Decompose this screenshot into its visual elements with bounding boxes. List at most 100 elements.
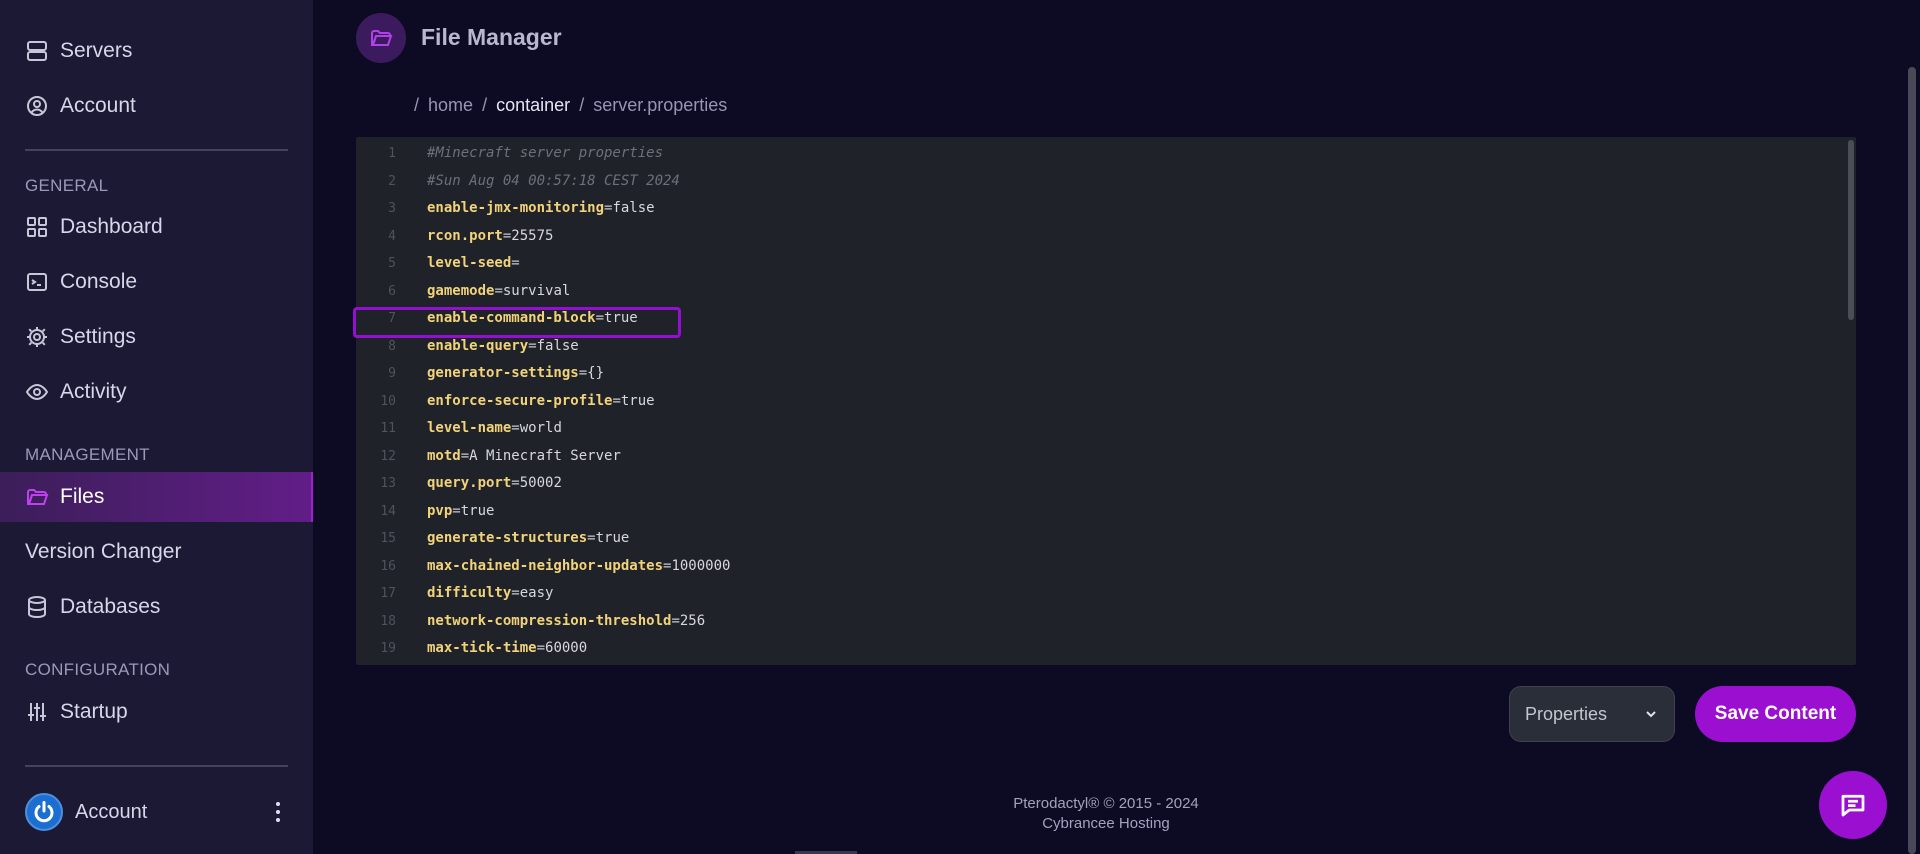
section-label-configuration: CONFIGURATION: [25, 660, 171, 679]
code-text: difficulty=easy: [427, 580, 553, 607]
sidebar-item-label: Version Changer: [25, 540, 182, 563]
editor-scrollbar-thumb[interactable]: [1848, 140, 1854, 320]
sliders-icon: [25, 700, 49, 724]
property-key: motd: [427, 447, 461, 464]
page-scrollbar-thumb[interactable]: [1908, 67, 1916, 854]
highlighted-line-box: [353, 307, 681, 338]
sidebar-item-activity[interactable]: Activity: [0, 367, 313, 417]
code-editor[interactable]: 1 #Minecraft server properties 2 #Sun Aug 0…: [356, 137, 1856, 665]
code-line[interactable]: 17 difficulty=easy: [356, 580, 1836, 607]
code-line[interactable]: 16 max-chained-neighbor-updates=1000000: [356, 553, 1836, 580]
equals-sign: =: [494, 282, 503, 299]
folder-open-icon: [25, 485, 49, 509]
property-value: {}: [587, 365, 605, 381]
sidebar-item-console[interactable]: Console: [0, 257, 313, 307]
save-content-button[interactable]: Save Content: [1695, 686, 1856, 742]
line-number: 14: [380, 503, 396, 519]
account-name: Account: [75, 800, 148, 823]
sidebar-item-startup[interactable]: Startup: [0, 687, 313, 737]
breadcrumb-file: server.properties: [593, 95, 728, 115]
code-line[interactable]: 5 level-seed=: [356, 250, 1836, 277]
breadcrumb-separator: /: [482, 95, 488, 115]
sidebar-item-version-changer[interactable]: Version Changer: [0, 527, 313, 577]
property-key: enable-jmx-monitoring: [427, 200, 605, 216]
sidebar-divider: [25, 149, 288, 151]
code-text: motd=A Minecraft Server: [427, 443, 621, 470]
editor-scrollbar[interactable]: [1846, 137, 1856, 665]
code-text: max-tick-time=60000: [427, 635, 587, 662]
equals-sign: =: [511, 420, 520, 436]
code-line[interactable]: 11 level-name=world: [356, 415, 1836, 442]
sidebar-item-label: Servers: [60, 39, 133, 62]
sidebar: Servers Account GENERAL Dashboard Consol…: [0, 0, 313, 854]
property-key: max-chained-neighbor-updates: [427, 557, 664, 574]
chat-icon: [1841, 794, 1865, 817]
property-key: enable-query: [427, 337, 529, 354]
code-text: max-chained-neighbor-updates=1000000: [427, 553, 730, 580]
footer-host: Cybrancee Hosting: [1042, 815, 1170, 832]
sidebar-item-files[interactable]: Files: [0, 472, 313, 522]
sidebar-item-label: Console: [60, 270, 138, 293]
code-text: #Sun Aug 04 00:57:18 CEST 2024: [427, 168, 680, 195]
section-label-general: GENERAL: [25, 176, 109, 195]
property-key: level-name: [427, 420, 512, 436]
avatar[interactable]: [25, 793, 63, 831]
sidebar-item-servers[interactable]: Servers: [0, 26, 313, 76]
code-line[interactable]: 15 generate-structures=true: [356, 525, 1836, 552]
account-menu[interactable]: Account: [25, 791, 288, 833]
code-line[interactable]: 14 pvp=true: [356, 498, 1836, 525]
chat-button[interactable]: [1819, 771, 1887, 839]
property-value: A Minecraft Server: [469, 447, 621, 464]
language-select[interactable]: Properties: [1509, 686, 1675, 742]
equals-sign: =: [587, 530, 596, 546]
more-options-icon[interactable]: [268, 802, 288, 822]
line-number: 13: [380, 476, 396, 491]
sidebar-item-account[interactable]: Account: [0, 81, 313, 131]
breadcrumb-container[interactable]: container: [496, 95, 570, 115]
equals-sign: =: [671, 612, 680, 629]
gear-icon: [25, 325, 49, 349]
property-key: network-compression-threshold: [427, 612, 672, 629]
sidebar-item-label: Settings: [60, 325, 136, 348]
code-line[interactable]: 13 query.port=50002: [356, 470, 1836, 497]
breadcrumb-home[interactable]: home: [428, 95, 473, 115]
line-number: 11: [380, 421, 396, 436]
code-line[interactable]: 4 rcon.port=25575: [356, 223, 1836, 250]
code-text: level-name=world: [427, 415, 562, 442]
code-text: query.port=50002: [427, 470, 562, 497]
code-line[interactable]: 2 #Sun Aug 04 00:57:18 CEST 2024: [356, 168, 1836, 195]
property-value: world: [519, 420, 562, 436]
code-line[interactable]: 12 motd=A Minecraft Server: [356, 443, 1836, 470]
user-circle-icon: [25, 94, 49, 118]
sidebar-item-label: Activity: [60, 380, 127, 403]
line-number: 12: [380, 448, 396, 464]
section-label-management: MANAGEMENT: [25, 445, 150, 464]
code-line[interactable]: 1 #Minecraft server properties: [356, 140, 1836, 167]
code-line[interactable]: 3 enable-jmx-monitoring=false: [356, 195, 1836, 222]
line-number: 10: [380, 393, 396, 409]
equals-sign: =: [536, 640, 546, 656]
line-number: 5: [388, 256, 396, 271]
property-value: true: [620, 392, 655, 409]
code-line[interactable]: 9 generator-settings={}: [356, 360, 1836, 387]
sidebar-item-databases[interactable]: Databases: [0, 582, 313, 632]
language-select-value: Properties: [1525, 703, 1608, 724]
sidebar-item-settings[interactable]: Settings: [0, 312, 313, 362]
equals-sign: =: [578, 365, 588, 381]
code-line[interactable]: 19 max-tick-time=60000: [356, 635, 1836, 662]
server-icon: [25, 39, 49, 63]
code-line[interactable]: 6 gamemode=survival: [356, 278, 1836, 305]
property-value: 25575: [511, 227, 554, 244]
property-value: 1000000: [671, 557, 731, 574]
equals-sign: =: [528, 337, 537, 354]
line-number: 15: [380, 531, 396, 546]
code-text: network-compression-threshold=256: [427, 608, 705, 635]
equals-sign: =: [460, 447, 470, 464]
code-line[interactable]: 18 network-compression-threshold=256: [356, 608, 1836, 635]
sidebar-item-dashboard[interactable]: Dashboard: [0, 202, 313, 252]
code-text: generate-structures=true: [427, 525, 629, 552]
property-key: difficulty: [427, 585, 512, 601]
code-line[interactable]: 10 enforce-secure-profile=true: [356, 388, 1836, 415]
breadcrumb: / home / container / server.properties: [414, 95, 731, 116]
code-comment: #Minecraft server properties: [427, 145, 664, 161]
